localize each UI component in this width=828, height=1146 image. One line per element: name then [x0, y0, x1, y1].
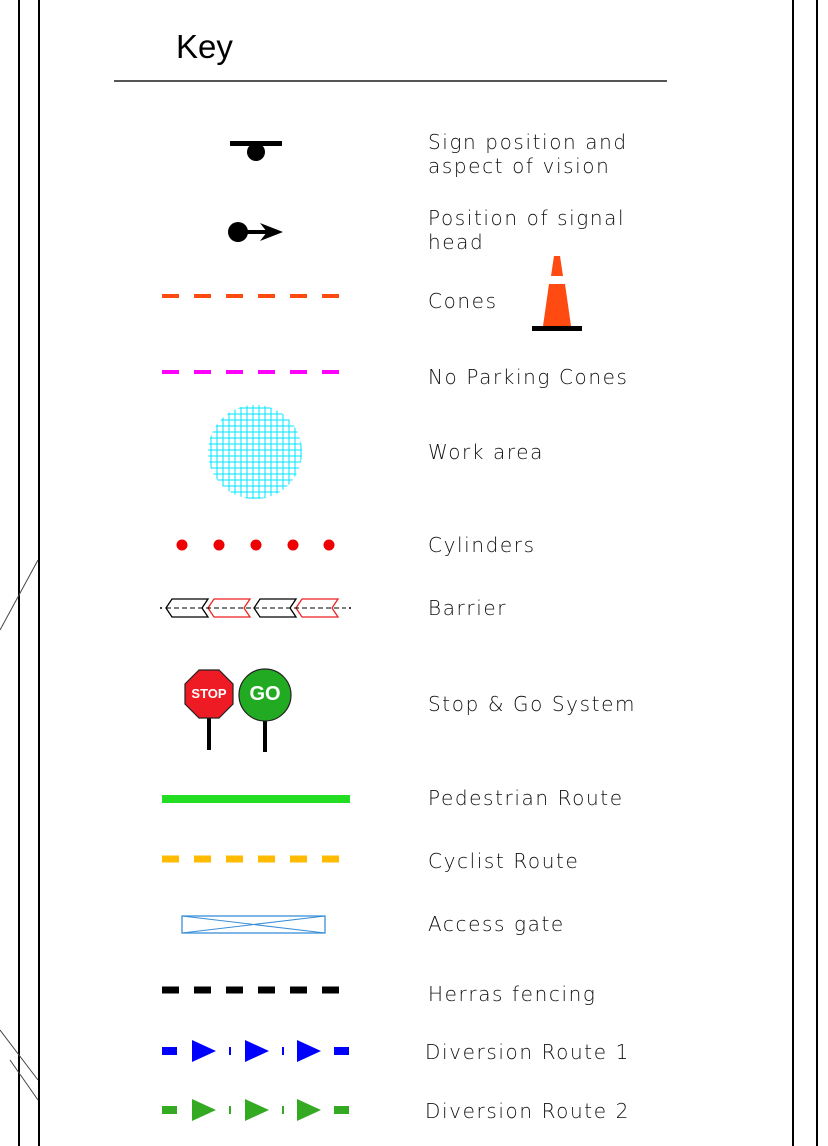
- no-parking-cones-icon: [162, 370, 350, 374]
- label-access-gate: Access gate: [428, 912, 565, 936]
- title-divider: [114, 80, 667, 82]
- cyclist-route-icon: [162, 855, 350, 863]
- label-cyclist-route: Cyclist Route: [428, 849, 580, 873]
- barrier-icon: [160, 598, 351, 618]
- stop-go-graphic: [184, 668, 292, 752]
- background-drawing-fragment: [0, 560, 39, 1101]
- pedestrian-route-icon: [162, 795, 350, 803]
- label-stop-go: Stop & Go System: [428, 692, 637, 716]
- label-cones: Cones: [428, 289, 498, 313]
- stop-sign-text: STOP: [191, 686, 227, 701]
- diversion-route-2-icon: [162, 1099, 349, 1121]
- label-herras-fencing: Herras fencing: [428, 982, 597, 1006]
- work-area-icon: [208, 405, 302, 499]
- cones-line-icon: [162, 294, 350, 298]
- go-sign-text: GO: [249, 683, 281, 705]
- access-gate-icon: [181, 915, 326, 934]
- diversion-route-1-icon: [162, 1040, 349, 1062]
- stop-go-icon: STOP GO: [182, 667, 296, 753]
- label-diversion-route-1: Diversion Route 1: [425, 1040, 630, 1064]
- right-frame-line: [792, 0, 794, 1146]
- herras-fencing-icon: [162, 986, 350, 994]
- label-no-parking-cones: No Parking Cones: [428, 365, 629, 389]
- label-barrier: Barrier: [428, 596, 508, 620]
- key-title: Key: [176, 28, 233, 65]
- cylinders-icon: [176, 539, 335, 551]
- sign-position-icon: [230, 141, 282, 161]
- label-cylinders: Cylinders: [428, 533, 536, 557]
- label-signal-head: Position of signal head: [428, 206, 626, 254]
- label-sign-position: Sign position and aspect of vision: [428, 130, 628, 178]
- label-pedestrian-route: Pedestrian Route: [428, 786, 624, 810]
- signal-head-icon: [228, 222, 283, 242]
- label-work-area: Work area: [428, 440, 545, 464]
- traffic-cone-icon: [532, 256, 582, 331]
- label-diversion-route-2: Diversion Route 2: [425, 1099, 630, 1123]
- outer-right-frame-line: [816, 0, 818, 1146]
